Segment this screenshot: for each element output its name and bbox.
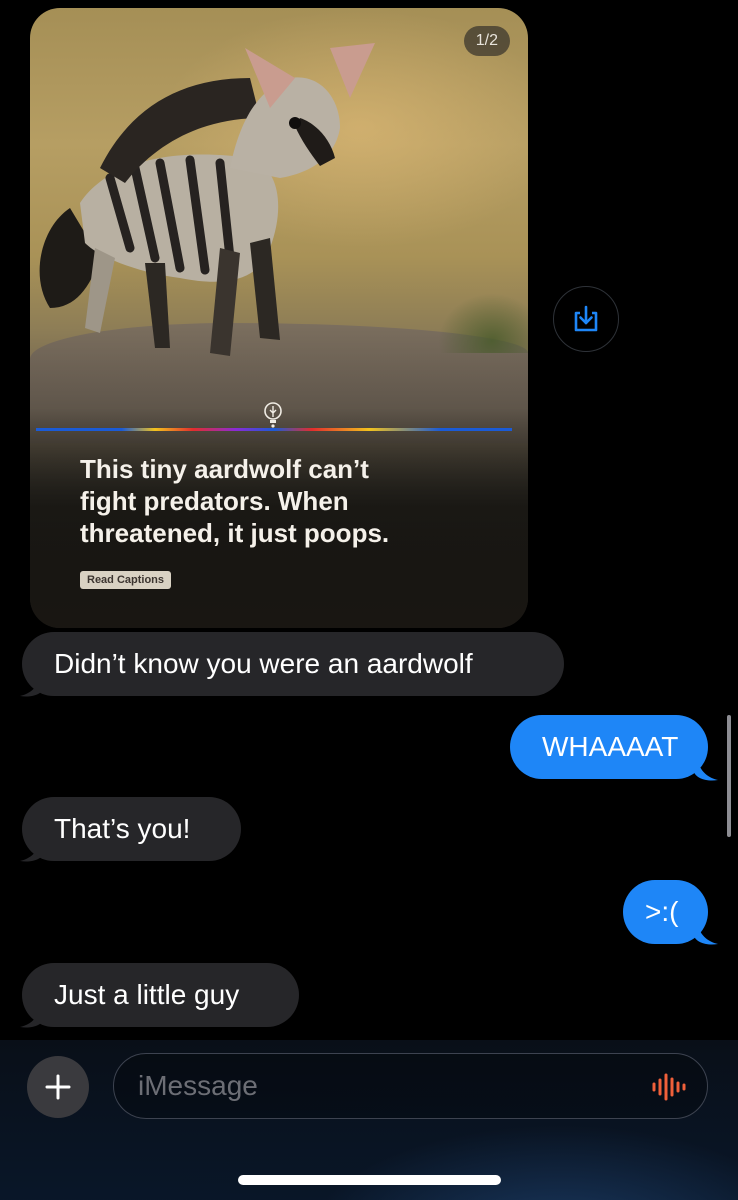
message-bubble-incoming[interactable]: That’s you! bbox=[22, 797, 241, 861]
message-text: That’s you! bbox=[54, 813, 191, 844]
message-bubble-outgoing[interactable]: WHAAAAT bbox=[510, 715, 708, 779]
imessage-placeholder: iMessage bbox=[138, 1070, 258, 1101]
media-headline: This tiny aardwolf can’t fight predators… bbox=[80, 453, 480, 549]
message-text: >:( bbox=[645, 896, 679, 927]
message-text: WHAAAAT bbox=[542, 731, 679, 762]
shared-media-card[interactable]: 1/2 This tiny aardwolf can’t fight preda… bbox=[30, 8, 528, 628]
plus-icon bbox=[45, 1074, 71, 1100]
lightbulb-icon bbox=[264, 402, 282, 428]
message-text: Just a little guy bbox=[54, 979, 240, 1010]
waveform-icon[interactable] bbox=[651, 1073, 687, 1101]
add-attachment-button[interactable] bbox=[27, 1056, 89, 1118]
save-media-button[interactable] bbox=[553, 286, 619, 352]
page-indicator: 1/2 bbox=[463, 26, 510, 56]
message-bubble-outgoing[interactable]: >:( bbox=[623, 880, 708, 944]
read-captions-badge: Read Captions bbox=[80, 571, 172, 589]
imessage-input[interactable]: iMessage bbox=[113, 1053, 708, 1119]
save-to-photos-icon bbox=[574, 305, 598, 332]
headline-line: fight predators. When bbox=[80, 486, 349, 516]
message-bubble-incoming[interactable]: Didn’t know you were an aardwolf bbox=[22, 632, 564, 696]
home-indicator[interactable] bbox=[238, 1175, 501, 1185]
scrollbar[interactable] bbox=[727, 715, 731, 837]
headline-line: threatened, it just poops. bbox=[80, 518, 390, 548]
message-text: Didn’t know you were an aardwolf bbox=[54, 648, 473, 679]
headline-line: This tiny aardwolf can’t bbox=[80, 454, 369, 484]
message-bubble-incoming[interactable]: Just a little guy bbox=[22, 963, 299, 1027]
aardwolf-image bbox=[39, 43, 375, 356]
